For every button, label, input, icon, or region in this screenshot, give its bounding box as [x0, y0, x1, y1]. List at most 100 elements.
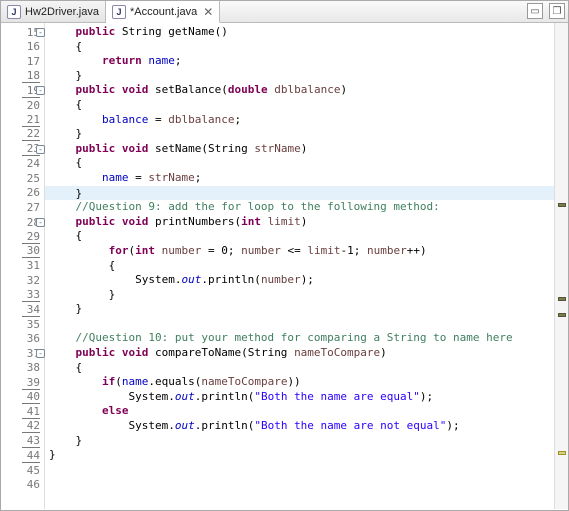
fold-toggle-icon[interactable]: - [36, 218, 45, 227]
gutter-line[interactable]: 33 [1, 288, 44, 303]
code-area[interactable]: public String getName() { return name; }… [45, 23, 554, 509]
gutter-line[interactable]: 39 [1, 375, 44, 390]
overview-ruler[interactable] [554, 23, 568, 509]
tabbar-spacer [220, 1, 524, 22]
code-line[interactable]: //Question 10: put your method for compa… [45, 331, 554, 346]
gutter-line[interactable]: 41 [1, 404, 44, 419]
gutter-line[interactable]: 38 [1, 361, 44, 376]
gutter-line[interactable]: 25 [1, 171, 44, 186]
gutter-line[interactable]: 30 [1, 244, 44, 259]
gutter-line[interactable]: 37- [1, 346, 44, 361]
fold-toggle-icon[interactable]: - [36, 86, 45, 95]
overview-mark[interactable] [558, 313, 566, 317]
code-line[interactable]: public String getName() [45, 25, 554, 40]
line-number: 18 [22, 69, 40, 83]
code-line[interactable]: { [45, 156, 554, 171]
gutter-line[interactable]: 35 [1, 317, 44, 332]
code-line[interactable]: public void compareToName(String nameToC… [45, 346, 554, 361]
gutter-line[interactable]: 22 [1, 127, 44, 142]
java-file-icon: J [7, 5, 21, 19]
gutter-line[interactable]: 19- [1, 83, 44, 98]
code-line[interactable]: System.out.println(number); [45, 273, 554, 288]
fold-toggle-icon[interactable]: - [36, 349, 45, 358]
line-number: 41 [22, 405, 40, 419]
gutter-line[interactable]: 42 [1, 419, 44, 434]
line-number: 26 [22, 186, 40, 199]
line-number: 25 [22, 172, 40, 185]
line-number: 27 [22, 201, 40, 214]
maximize-button[interactable]: ❐ [549, 3, 565, 19]
editor-tabbar: JHw2Driver.javaJ *Account.java ✕ ▭ ❐ [1, 1, 568, 23]
close-icon[interactable]: ✕ [203, 5, 213, 19]
gutter-line[interactable]: 29 [1, 229, 44, 244]
gutter-line[interactable]: 32 [1, 273, 44, 288]
code-line[interactable]: { [45, 98, 554, 113]
code-line[interactable]: } [45, 302, 554, 317]
line-number: 21 [22, 113, 40, 127]
code-line[interactable]: } [45, 127, 554, 142]
line-number: 43 [22, 434, 40, 448]
overview-mark[interactable] [558, 297, 566, 301]
gutter-line[interactable]: 46 [1, 477, 44, 492]
code-line[interactable]: return name; [45, 54, 554, 69]
gutter-line[interactable]: 44 [1, 448, 44, 463]
code-line[interactable]: if(name.equals(nameToCompare)) [45, 375, 554, 390]
gutter-line[interactable]: 36 [1, 331, 44, 346]
code-line[interactable]: } [45, 69, 554, 84]
code-line[interactable]: public void setName(String strName) [45, 142, 554, 157]
code-line[interactable]: { [45, 259, 554, 274]
code-line[interactable] [45, 463, 554, 478]
code-line[interactable]: System.out.println("Both the name are no… [45, 419, 554, 434]
code-line[interactable]: for(int number = 0; number <= limit-1; n… [45, 244, 554, 259]
gutter-line[interactable]: 45 [1, 463, 44, 478]
gutter-line[interactable]: 27 [1, 200, 44, 215]
minimize-button[interactable]: ▭ [527, 3, 543, 19]
code-line[interactable]: { [45, 229, 554, 244]
code-line[interactable]: } [45, 288, 554, 303]
tab-label: *Account.java [130, 6, 197, 18]
gutter-line[interactable]: 17 [1, 54, 44, 69]
code-line[interactable]: name = strName; [45, 171, 554, 186]
code-line[interactable]: } [45, 448, 554, 463]
gutter-line[interactable]: 15- [1, 25, 44, 40]
code-line[interactable]: //Question 9: add the for loop to the fo… [45, 200, 554, 215]
code-line[interactable]: System.out.println("Both the name are eq… [45, 390, 554, 405]
code-line[interactable]: else [45, 404, 554, 419]
line-number: 42 [22, 419, 40, 433]
code-line[interactable]: public void setBalance(double dblbalance… [45, 83, 554, 98]
fold-toggle-icon[interactable]: - [36, 28, 45, 37]
code-line[interactable]: } [45, 434, 554, 449]
code-line[interactable]: } [45, 186, 554, 201]
code-line[interactable] [45, 317, 554, 332]
gutter-line[interactable]: 16 [1, 40, 44, 55]
editor-tab[interactable]: JHw2Driver.java [1, 1, 106, 22]
code-editor[interactable]: 15-16171819-20212223-242526 2728-29303132… [1, 23, 568, 509]
gutter-line[interactable]: 18 [1, 69, 44, 84]
editor-tab[interactable]: J*Account.java✕ [106, 1, 220, 23]
code-line[interactable]: { [45, 361, 554, 376]
line-number: 32 [22, 274, 40, 287]
line-number: 33 [22, 288, 40, 302]
line-number: 20 [22, 99, 40, 112]
gutter-line[interactable]: 20 [1, 98, 44, 113]
code-line[interactable]: balance = dblbalance; [45, 113, 554, 128]
line-number: 30 [22, 244, 40, 258]
gutter-line[interactable]: 34 [1, 302, 44, 317]
overview-mark[interactable] [558, 451, 566, 455]
code-line[interactable]: public void printNumbers(int limit) [45, 215, 554, 230]
line-number: 16 [22, 40, 40, 53]
fold-toggle-icon[interactable]: - [36, 145, 45, 154]
code-line[interactable] [45, 477, 554, 492]
line-number-gutter[interactable]: 15-16171819-20212223-242526 2728-29303132… [1, 23, 45, 509]
gutter-line[interactable]: 23- [1, 142, 44, 157]
code-line[interactable]: { [45, 40, 554, 55]
gutter-line[interactable]: 31 [1, 259, 44, 274]
overview-mark[interactable] [558, 203, 566, 207]
gutter-line[interactable]: 28- [1, 215, 44, 230]
gutter-line[interactable]: 43 [1, 434, 44, 449]
gutter-line[interactable]: 24 [1, 156, 44, 171]
gutter-line[interactable]: 26 [1, 186, 44, 201]
gutter-line[interactable]: 21 [1, 113, 44, 128]
gutter-line[interactable]: 40 [1, 390, 44, 405]
line-number: 36 [22, 332, 40, 345]
